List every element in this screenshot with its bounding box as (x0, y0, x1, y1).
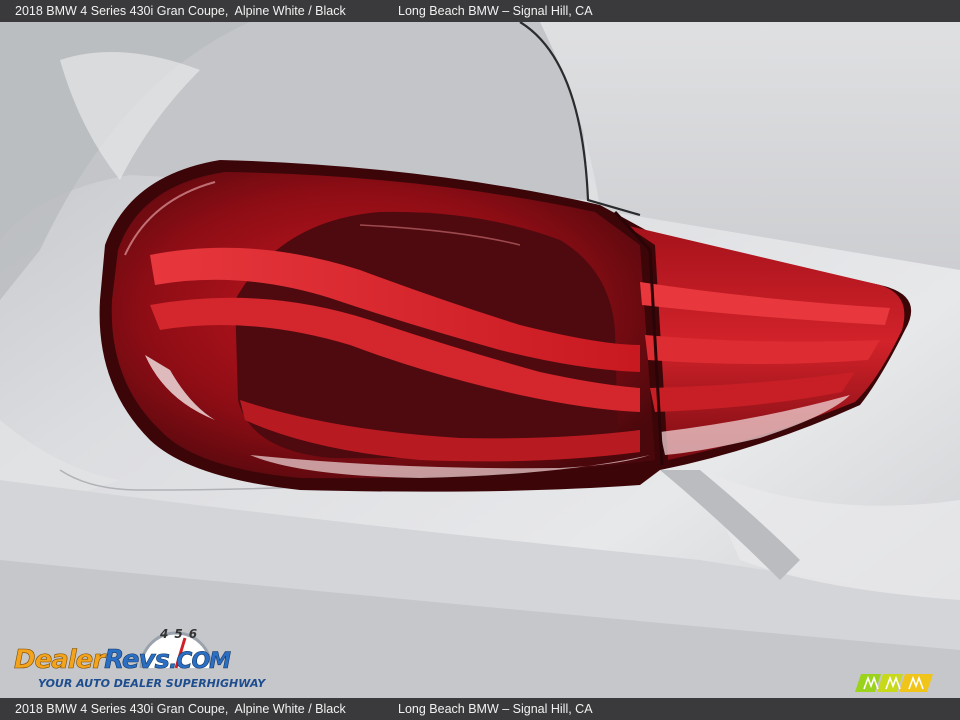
vehicle-photo (0, 22, 960, 698)
caption-dealer: Long Beach BMW – Signal Hill, CA (398, 4, 593, 18)
brand-revs: Revs (104, 645, 170, 676)
caption-dealer: Long Beach BMW – Signal Hill, CA (398, 702, 593, 716)
caption-vehicle: 2018 BMW 4 Series 430i Gran Coupe, Alpin… (15, 702, 346, 716)
brand-dealer: Dealer (14, 645, 106, 676)
watermark-tagline: YOUR AUTO DEALER SUPERHIGHWAY (38, 677, 266, 690)
bottom-caption-bar: 2018 BMW 4 Series 430i Gran Coupe, Alpin… (0, 698, 960, 720)
m-stripes-logo (855, 674, 933, 692)
dealerrevs-logo: DealerRevs.COM (14, 645, 232, 676)
top-caption-bar: 2018 BMW 4 Series 430i Gran Coupe, Alpin… (0, 0, 960, 22)
brand-com: .COM (168, 649, 232, 675)
caption-vehicle: 2018 BMW 4 Series 430i Gran Coupe, Alpin… (15, 4, 346, 18)
gauge-digits: 456 (160, 627, 204, 641)
